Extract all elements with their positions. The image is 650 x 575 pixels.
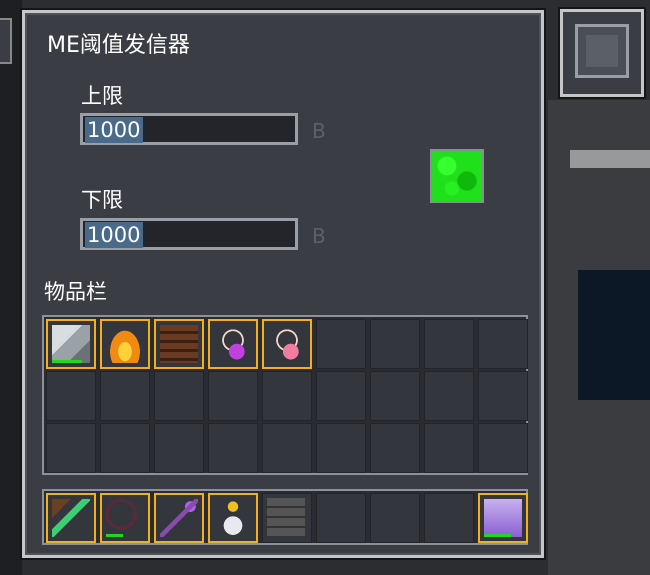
bg-wall-left [0, 0, 22, 575]
amulet-purple-icon [214, 325, 252, 363]
dark-bow-icon [106, 499, 144, 537]
upper-limit-label: 上限 [81, 84, 123, 108]
inventory-slot[interactable] [424, 371, 474, 421]
inventory-slot[interactable] [154, 493, 204, 543]
lower-limit-value: 1000 [85, 222, 143, 248]
inventory-slot[interactable] [424, 493, 474, 543]
inventory-slot[interactable] [370, 423, 420, 473]
inventory-slot[interactable] [424, 319, 474, 369]
inventory-slot[interactable] [208, 371, 258, 421]
inventory-slot[interactable] [100, 423, 150, 473]
inventory-slot[interactable] [100, 319, 150, 369]
inventory-slot[interactable] [208, 423, 258, 473]
signal-color-indicator[interactable] [430, 149, 484, 203]
inventory-slot[interactable] [262, 371, 312, 421]
durability-bar [106, 534, 124, 537]
inventory-slot[interactable] [154, 319, 204, 369]
scroll-icon [484, 499, 522, 537]
purple-staff-icon [160, 499, 198, 537]
inventory-slot[interactable] [478, 423, 528, 473]
inventory-slot[interactable] [370, 371, 420, 421]
inventory-slot[interactable] [46, 319, 96, 369]
inventory-slot[interactable] [100, 493, 150, 543]
upgrade-slot[interactable] [575, 24, 629, 78]
green-sword-icon [52, 499, 90, 537]
hotbar-grid [42, 489, 528, 545]
durability-bar [52, 360, 83, 363]
inventory-slot[interactable] [316, 319, 366, 369]
inventory-slot[interactable] [316, 371, 366, 421]
inventory-slot[interactable] [208, 493, 258, 543]
inventory-slot[interactable] [46, 493, 96, 543]
inventory-slot[interactable] [424, 423, 474, 473]
bg-block-right-frame [570, 150, 650, 168]
bg-tab-left [0, 18, 12, 64]
window-title: ME阈值发信器 [47, 33, 190, 58]
inventory-slot[interactable] [100, 371, 150, 421]
side-upgrade-slot[interactable] [560, 9, 644, 97]
amulet-pink-icon [268, 325, 306, 363]
ore-block-icon [52, 325, 90, 363]
lower-limit-label: 下限 [81, 188, 123, 212]
inventory-slot[interactable] [316, 493, 366, 543]
inventory-slot[interactable] [262, 493, 312, 543]
card-icon [586, 35, 618, 67]
bg-block-right-dark [578, 270, 650, 400]
inventory-slot[interactable] [154, 371, 204, 421]
upper-limit-input[interactable]: 1000 [80, 113, 298, 145]
inventory-slot[interactable] [46, 423, 96, 473]
upper-limit-unit: B [312, 119, 326, 143]
inventory-slot[interactable] [262, 423, 312, 473]
inventory-grid [42, 315, 528, 475]
lower-limit-input[interactable]: 1000 [80, 218, 298, 250]
stone-block-icon [267, 498, 305, 536]
inventory-slot[interactable] [478, 319, 528, 369]
inventory-slot[interactable] [316, 423, 366, 473]
potion-bottle-icon [214, 499, 252, 537]
inventory-label: 物品栏 [44, 280, 107, 304]
inventory-slot[interactable] [262, 319, 312, 369]
inventory-slot[interactable] [478, 371, 528, 421]
bookshelf-icon [160, 325, 198, 363]
inventory-slot[interactable] [154, 423, 204, 473]
inventory-slot[interactable] [46, 371, 96, 421]
lower-limit-unit: B [312, 224, 326, 248]
inventory-slot[interactable] [370, 493, 420, 543]
durability-bar [484, 534, 511, 537]
upper-limit-value: 1000 [85, 117, 143, 143]
inventory-slot[interactable] [208, 319, 258, 369]
inventory-slot[interactable] [478, 493, 528, 543]
fire-icon [106, 325, 144, 363]
threshold-emitter-window: ME阈值发信器 上限 1000 B 下限 1000 B 物品栏 [22, 10, 544, 558]
inventory-slot[interactable] [370, 319, 420, 369]
